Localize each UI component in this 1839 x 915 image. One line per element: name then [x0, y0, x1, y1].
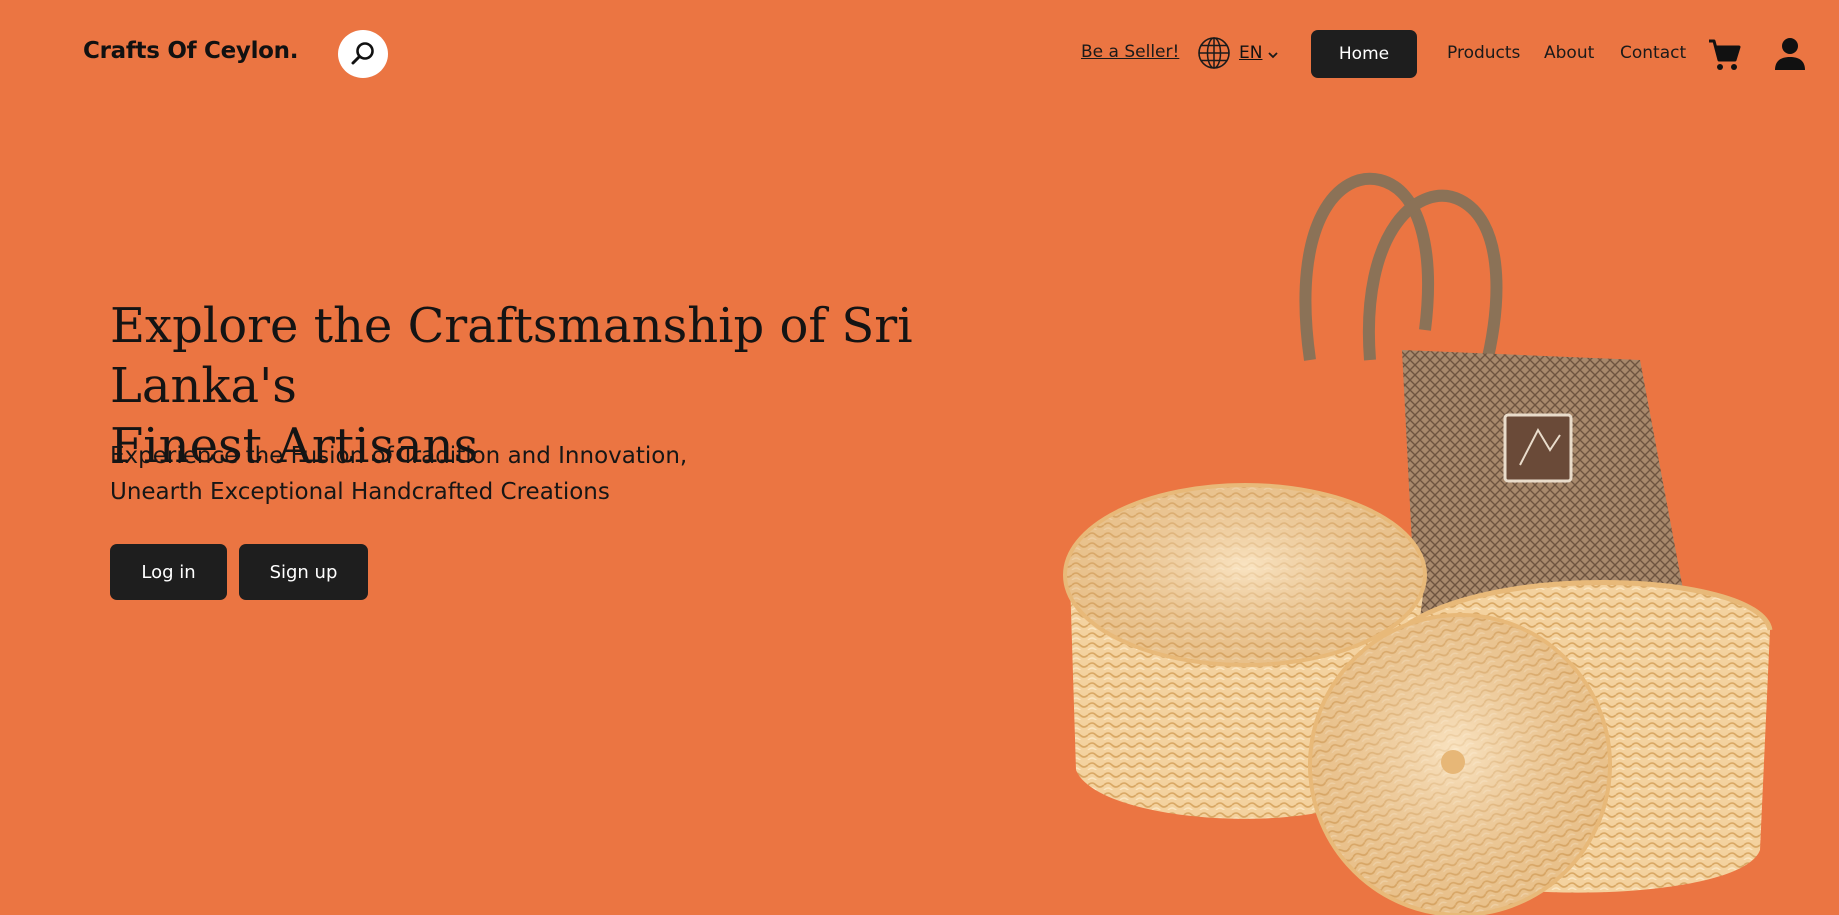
signup-button[interactable]: Sign up	[239, 544, 368, 600]
search-button[interactable]	[338, 30, 388, 78]
globe-icon	[1198, 37, 1230, 69]
hero-subtitle-line-1: Experience the Fusion of Tradition and I…	[110, 443, 688, 469]
baskets-product-image	[1063, 172, 1773, 915]
language-selector[interactable]: EN	[1197, 36, 1279, 70]
top-navigation: Crafts Of Ceylon. Be a Seller! EN Home P…	[0, 0, 1839, 108]
cart-icon[interactable]	[1707, 38, 1741, 72]
nav-link-products[interactable]: Products	[1447, 43, 1520, 63]
be-a-seller-link[interactable]: Be a Seller!	[1081, 42, 1179, 62]
hero-title-line-1: Explore the Craftsmanship of Sri Lanka's	[110, 298, 913, 414]
brand-logo[interactable]: Crafts Of Ceylon.	[83, 38, 298, 64]
nav-link-about[interactable]: About	[1544, 43, 1594, 63]
user-icon[interactable]	[1772, 36, 1808, 72]
hero-subtitle-line-2: Unearth Exceptional Handcrafted Creation…	[110, 479, 610, 505]
chevron-down-icon	[1268, 51, 1279, 58]
nav-link-contact[interactable]: Contact	[1620, 43, 1686, 63]
search-icon	[351, 42, 374, 65]
language-label: EN	[1239, 43, 1263, 63]
nav-home-button[interactable]: Home	[1311, 30, 1417, 78]
hero-subtitle: Experience the Fusion of Tradition and I…	[110, 438, 760, 510]
login-button[interactable]: Log in	[110, 544, 227, 600]
